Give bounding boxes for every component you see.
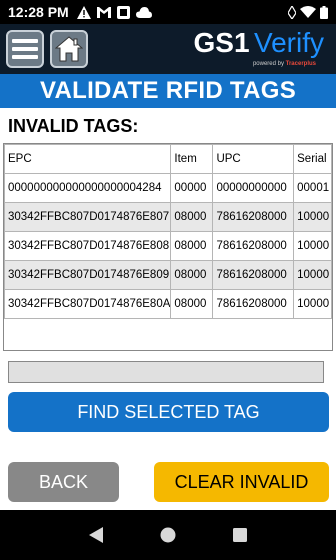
table-header-row: EPC Item UPC Serial: [4, 144, 332, 174]
page-title: VALIDATE RFID TAGS: [0, 74, 336, 108]
battery-icon: [320, 5, 328, 19]
cell-upc: 78616208000: [212, 289, 295, 319]
menu-button[interactable]: [6, 30, 44, 68]
powered-by: powered by Tracerplus: [252, 61, 316, 67]
invalid-tags-table[interactable]: EPC Item UPC Serial 00000000000000000000…: [3, 143, 333, 351]
tracerplus-logo: Tracerplus: [285, 61, 316, 67]
cell-epc: 30342FFBC807D0174876E809: [4, 260, 172, 290]
cell-serial: 10000: [293, 231, 332, 261]
hamburger-icon-bar: [12, 55, 38, 59]
column-header-serial[interactable]: Serial: [293, 144, 332, 174]
cell-item: 08000: [170, 260, 214, 290]
warning-icon: [76, 5, 91, 19]
home-nav-icon[interactable]: [160, 527, 176, 543]
column-header-item[interactable]: Item: [170, 144, 214, 174]
cell-epc: 30342FFBC807D0174876E80A: [4, 289, 172, 319]
table-row[interactable]: 30342FFBC807D0174876E809 08000 786162080…: [4, 260, 332, 290]
outlook-icon: [116, 5, 130, 19]
table-row[interactable]: 30342FFBC807D0174876E808 08000 786162080…: [4, 231, 332, 261]
system-nav-bar: [0, 510, 336, 560]
back-button[interactable]: BACK: [8, 462, 119, 502]
alarm-icon: [288, 5, 296, 19]
brand-secondary: Verify: [253, 27, 324, 58]
home-button[interactable]: [50, 30, 88, 68]
cell-serial: 10000: [293, 202, 332, 232]
find-selected-tag-button[interactable]: FIND SELECTED TAG: [8, 392, 329, 432]
clear-invalid-button[interactable]: CLEAR INVALID: [154, 462, 329, 502]
column-header-upc[interactable]: UPC: [212, 144, 295, 174]
home-icon: [55, 36, 83, 62]
progress-bar: [8, 361, 324, 383]
brand-primary: GS1: [193, 27, 250, 58]
cell-serial: 10000: [293, 289, 332, 319]
table-row[interactable]: 000000000000000000004284 00000 000000000…: [4, 173, 332, 203]
cell-epc: 30342FFBC807D0174876E808: [4, 231, 172, 261]
status-bar: 12:28 PM: [0, 0, 336, 24]
gmail-icon: [96, 6, 111, 18]
hamburger-icon-bar: [12, 47, 38, 51]
invalid-tags-label: INVALID TAGS:: [8, 116, 139, 136]
cell-upc: 00000000000: [212, 173, 295, 203]
cell-item: 00000: [170, 173, 214, 203]
cell-item: 08000: [170, 231, 214, 261]
table-row[interactable]: 30342FFBC807D0174876E807 08000 786162080…: [4, 202, 332, 232]
cell-item: 08000: [170, 202, 214, 232]
system-icons: [288, 5, 328, 19]
cell-upc: 78616208000: [212, 231, 295, 261]
cell-serial: 00001: [293, 173, 332, 203]
notification-icons: [76, 5, 152, 19]
column-header-epc[interactable]: EPC: [4, 144, 172, 174]
table-row[interactable]: 30342FFBC807D0174876E80A 08000 786162080…: [4, 289, 332, 319]
cell-epc: 000000000000000000004284: [4, 173, 172, 203]
hamburger-icon-bar: [12, 39, 38, 43]
wifi-icon: [300, 6, 316, 18]
brand-logo: GS1 Verify powered by Tracerplus: [193, 27, 324, 67]
cell-epc: 30342FFBC807D0174876E807: [4, 202, 172, 232]
cell-item: 08000: [170, 289, 214, 319]
back-nav-icon[interactable]: [88, 527, 103, 543]
recents-nav-icon[interactable]: [233, 528, 248, 542]
cloud-icon: [135, 6, 152, 18]
app-header: GS1 Verify powered by Tracerplus: [0, 24, 336, 74]
status-time: 12:28 PM: [8, 4, 69, 20]
cell-upc: 78616208000: [212, 260, 295, 290]
cell-serial: 10000: [293, 260, 332, 290]
cell-upc: 78616208000: [212, 202, 295, 232]
